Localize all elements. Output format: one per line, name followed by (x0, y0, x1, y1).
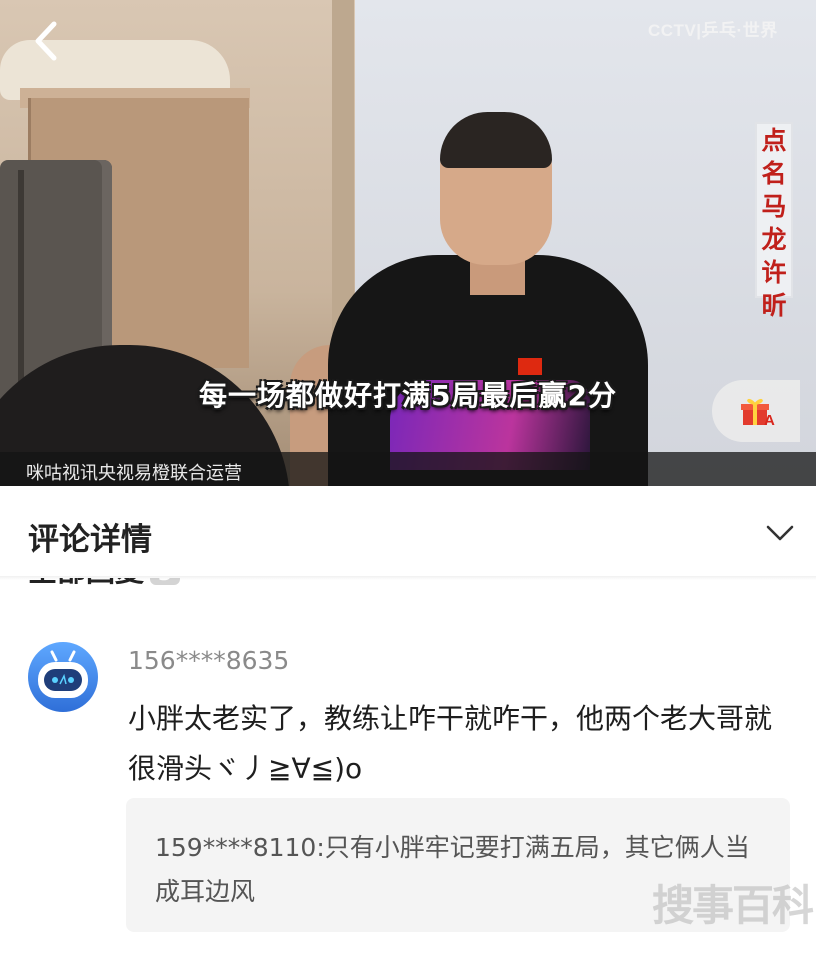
panel-title: 评论详情 (28, 522, 152, 558)
vertical-topic-banner: 点 名 马 龙 许 昕 (755, 122, 793, 320)
site-watermark: 搜事百科 (652, 881, 814, 930)
operator-caption: 咪咕视讯央视易橙联合运营 (26, 463, 242, 484)
banner-char: 马 (761, 192, 787, 221)
banner-char: 点 (761, 126, 787, 155)
comment-text: 小胖太老实了，教练让咋干就咋干，他两个老大哥就很滑头ヾ丿≧∀≦)o (128, 702, 773, 785)
comment-username[interactable]: 156****8635 (128, 646, 289, 675)
broadcaster-watermark: CCTV|乒乓·世界 (648, 21, 778, 40)
gift-box-icon[interactable]: A (740, 394, 776, 429)
chevron-down-icon[interactable] (764, 518, 796, 548)
video-subtitle: 每一场都做好打满5局最后赢2分 (199, 379, 617, 412)
banner-char: 龙 (761, 225, 787, 254)
video-person-flag (518, 358, 542, 375)
video-scene-suitcase-stripe (18, 170, 24, 390)
back-arrow-icon[interactable] (22, 14, 72, 68)
banner-char: 许 (761, 258, 787, 287)
robot-avatar-icon (38, 650, 88, 698)
banner-char: 名 (761, 159, 787, 188)
video-player[interactable]: CCTV|乒乓·世界 点 名 马 龙 许 昕 每一场都做好打满5局最后赢2分 A… (0, 0, 816, 486)
header-divider (0, 576, 816, 580)
gift-label: A (764, 412, 775, 428)
avatar[interactable] (28, 642, 98, 712)
banner-char: 昕 (761, 291, 787, 320)
